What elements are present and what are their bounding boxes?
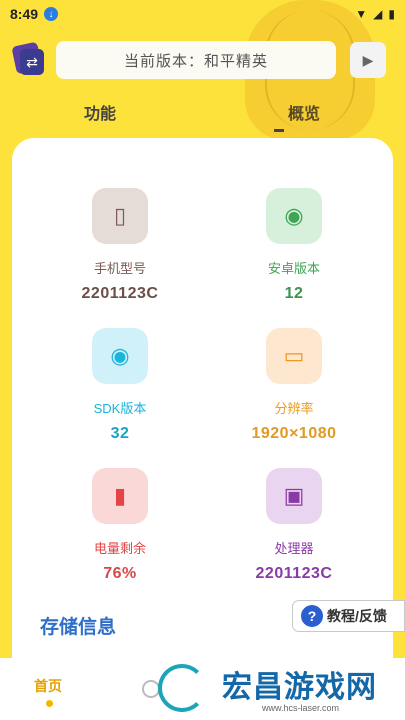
help-label: 教程/反馈 <box>327 608 387 624</box>
battery-icon: ▮ <box>92 468 148 524</box>
phone-icon: ▯ <box>92 188 148 244</box>
info-label: 手机型号 <box>93 261 146 276</box>
info-value: 76% <box>103 565 137 582</box>
play-button[interactable]: ▶ <box>350 42 386 78</box>
storage-title: 存储信息 <box>40 617 117 638</box>
info-card: ▯ 手机型号 2201123C ◉ 安卓版本 12 ◉ SDK版本 32 ▭ 分辨率 1920×108… <box>12 138 393 678</box>
info-label: 电量剩余 <box>93 541 146 556</box>
help-feedback-button[interactable]: ? 教程/反馈 <box>292 600 405 632</box>
nav-home[interactable]: 首页 <box>34 676 62 696</box>
tab-indicator <box>274 129 284 132</box>
screen-icon: ▭ <box>266 328 322 384</box>
watermark-logo <box>158 664 206 712</box>
nav-active-dot <box>46 700 53 707</box>
tab-overview[interactable]: 概览 <box>288 100 320 124</box>
info-label: 分辨率 <box>274 401 314 416</box>
info-value: 2201123C <box>81 285 159 302</box>
signal-icon: ◢ <box>373 7 383 21</box>
play-icon: ▶ <box>362 51 374 68</box>
info-value: 1920×1080 <box>251 425 337 442</box>
info-item: ▭ 分辨率 1920×1080 <box>214 328 374 443</box>
watermark-text: 宏昌游戏网 <box>222 671 377 704</box>
tab-functions[interactable]: 功能 <box>84 100 116 124</box>
info-label: 处理器 <box>274 541 314 556</box>
version-text: 当前版本：和平精英 <box>123 52 268 70</box>
watermark-url: www.hcs-laser.com <box>262 703 340 713</box>
info-label: SDK版本 <box>93 401 147 416</box>
question-icon: ? <box>301 605 323 627</box>
battery-status-icon: ▮ <box>388 7 395 21</box>
info-item: ▮ 电量剩余 76% <box>40 468 200 583</box>
info-value: 32 <box>110 425 130 442</box>
info-value: 2201123C <box>255 565 333 582</box>
status-icons: ▼ ◢ ▮ <box>355 7 395 21</box>
chip-icon: ▣ <box>266 468 322 524</box>
android-icon: ◉ <box>266 188 322 244</box>
info-value: 12 <box>284 285 304 302</box>
info-item: ◉ SDK版本 32 <box>40 328 200 443</box>
version-selector[interactable]: 当前版本：和平精英 <box>56 41 336 79</box>
swap-icon: ⇄ <box>20 49 44 75</box>
status-time: 8:49 <box>10 6 39 22</box>
download-icon: ↓ <box>44 7 59 21</box>
info-label: 安卓版本 <box>267 261 320 276</box>
app-logo[interactable]: ⇄ <box>11 41 46 76</box>
info-item: ▣ 处理器 2201123C <box>214 468 374 583</box>
info-item: ◉ 安卓版本 12 <box>214 188 374 303</box>
android-icon: ◉ <box>92 328 148 384</box>
info-item: ▯ 手机型号 2201123C <box>40 188 200 303</box>
